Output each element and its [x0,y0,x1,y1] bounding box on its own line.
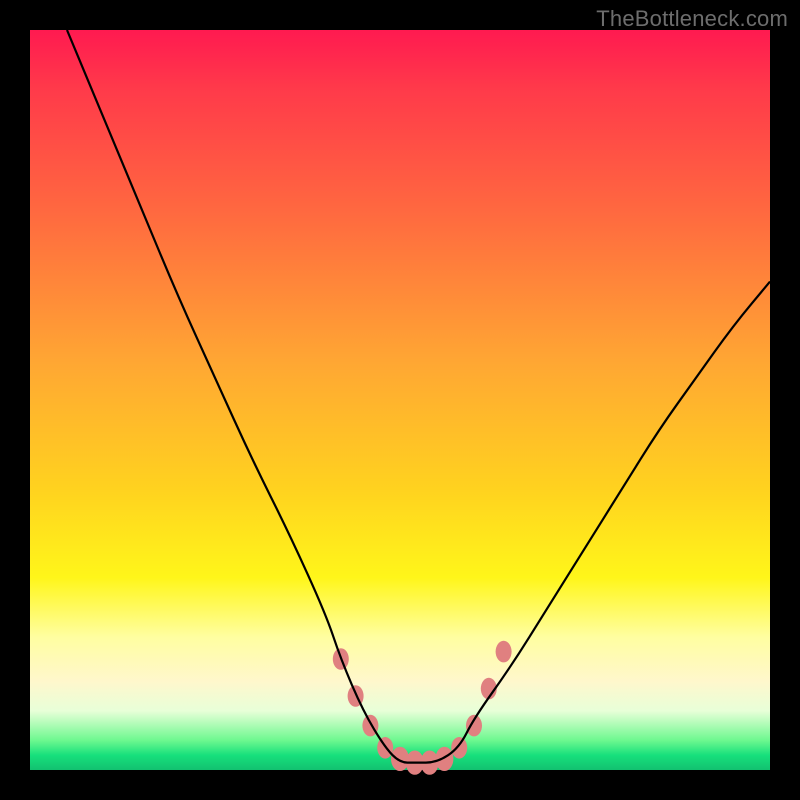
marker-group [333,641,512,775]
marker-dot [435,747,453,771]
chart-frame: TheBottleneck.com [0,0,800,800]
curve-svg [30,30,770,770]
watermark-text: TheBottleneck.com [596,6,788,32]
marker-dot [451,737,467,759]
bottleneck-curve [67,30,770,763]
plot-area [30,30,770,770]
marker-dot [496,641,512,663]
